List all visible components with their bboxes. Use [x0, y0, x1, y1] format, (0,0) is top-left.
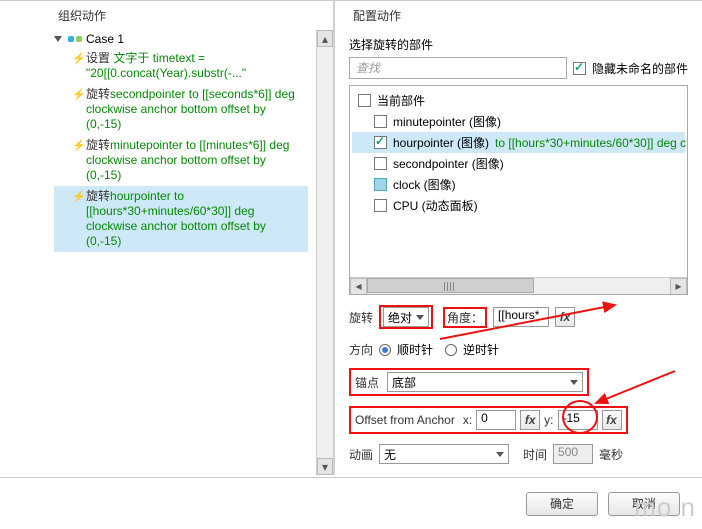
scroll-down-button[interactable]: ▾: [317, 458, 333, 475]
chevron-down-icon: [570, 380, 578, 385]
dialog-footer: 确定 取消: [0, 477, 702, 529]
bolt-icon: [72, 51, 86, 81]
scroll-left-button[interactable]: ◂: [350, 278, 367, 295]
left-section-title: 组织动作: [40, 1, 333, 30]
y-label: y:: [544, 413, 553, 427]
part-checkbox[interactable]: [374, 157, 387, 170]
anchor-dropdown[interactable]: 底部: [387, 372, 583, 392]
part-checkbox[interactable]: [358, 94, 371, 107]
time-input: 500: [553, 444, 593, 464]
case-icon: [68, 33, 82, 45]
case-label: Case 1: [86, 32, 124, 46]
rotate-label: 旋转: [349, 309, 373, 326]
part-checkbox[interactable]: [374, 136, 387, 149]
time-label: 时间: [523, 446, 547, 463]
parts-listbox: 当前部件 minutepointer (图像) hourpointer (图像)…: [349, 85, 688, 295]
cw-radio[interactable]: [379, 344, 391, 356]
search-input[interactable]: 查找: [349, 57, 567, 79]
action-row[interactable]: 旋转minutepointer to [[minutes*6]] deg clo…: [54, 135, 308, 186]
callout-box: 绝对: [379, 305, 433, 329]
case-row[interactable]: Case 1: [54, 30, 308, 48]
collapse-icon[interactable]: [54, 36, 62, 42]
part-checkbox[interactable]: [374, 199, 387, 212]
angle-label: 角度：: [447, 311, 483, 325]
list-item[interactable]: clock (图像): [352, 174, 685, 195]
fx-button[interactable]: fx: [602, 410, 622, 430]
offset-y-input[interactable]: -15: [558, 410, 598, 430]
fx-button[interactable]: fx: [555, 307, 575, 327]
action-row-selected[interactable]: 旋转hourpointer to [[hours*30+minutes/60*3…: [54, 186, 308, 252]
list-item[interactable]: CPU (动态面板): [352, 195, 685, 216]
hide-unnamed-checkbox[interactable]: [573, 62, 586, 75]
list-item-selected[interactable]: hourpointer (图像) to [[hours*30+minutes/6…: [352, 132, 685, 153]
animation-label: 动画: [349, 446, 373, 463]
chevron-down-icon: [496, 452, 504, 457]
action-row[interactable]: 旋转secondpointer to [[seconds*6]] deg clo…: [54, 84, 308, 135]
watermark: mo n: [634, 492, 696, 523]
list-item[interactable]: secondpointer (图像): [352, 153, 685, 174]
offset-label: Offset from Anchor: [355, 413, 455, 427]
angle-input[interactable]: [[hours*: [493, 307, 549, 327]
hide-unnamed-label: 隐藏未命名的部件: [592, 60, 688, 77]
fx-button[interactable]: fx: [520, 410, 540, 430]
action-row[interactable]: 设置 文字于 timetext = "20[[0.concat(Year).su…: [54, 48, 308, 84]
part-checkbox[interactable]: [374, 115, 387, 128]
anchor-label: 锚点: [355, 374, 379, 391]
x-label: x:: [463, 413, 472, 427]
ms-label: 毫秒: [599, 446, 623, 463]
animation-dropdown[interactable]: 无: [379, 444, 509, 464]
bolt-icon: [72, 189, 86, 249]
chevron-down-icon: [416, 315, 424, 320]
bolt-icon: [72, 87, 86, 132]
choose-part-label: 选择旋转的部件: [335, 30, 702, 57]
rotate-mode-dropdown[interactable]: 绝对: [383, 307, 429, 327]
list-item[interactable]: 当前部件: [352, 90, 685, 111]
ccw-radio[interactable]: [445, 344, 457, 356]
callout-box: 角度：: [443, 307, 487, 328]
cw-label: 顺时针: [397, 341, 433, 358]
left-vertical-scrollbar[interactable]: ▴ ▾: [316, 30, 333, 475]
scroll-right-button[interactable]: ▸: [670, 278, 687, 295]
bolt-icon: [72, 138, 86, 183]
scrollbar-thumb[interactable]: [367, 278, 534, 293]
ccw-label: 逆时针: [463, 341, 499, 358]
ok-button[interactable]: 确定: [526, 492, 598, 516]
horizontal-scrollbar[interactable]: ◂ ▸: [350, 277, 687, 294]
direction-label: 方向: [349, 341, 373, 358]
offset-x-input[interactable]: 0: [476, 410, 516, 430]
action-tree: Case 1 设置 文字于 timetext = "20[[0.concat(Y…: [0, 30, 316, 475]
scroll-up-button[interactable]: ▴: [317, 30, 333, 47]
part-checkbox[interactable]: [374, 178, 387, 191]
right-section-title: 配置动作: [335, 1, 702, 30]
list-item[interactable]: minutepointer (图像): [352, 111, 685, 132]
